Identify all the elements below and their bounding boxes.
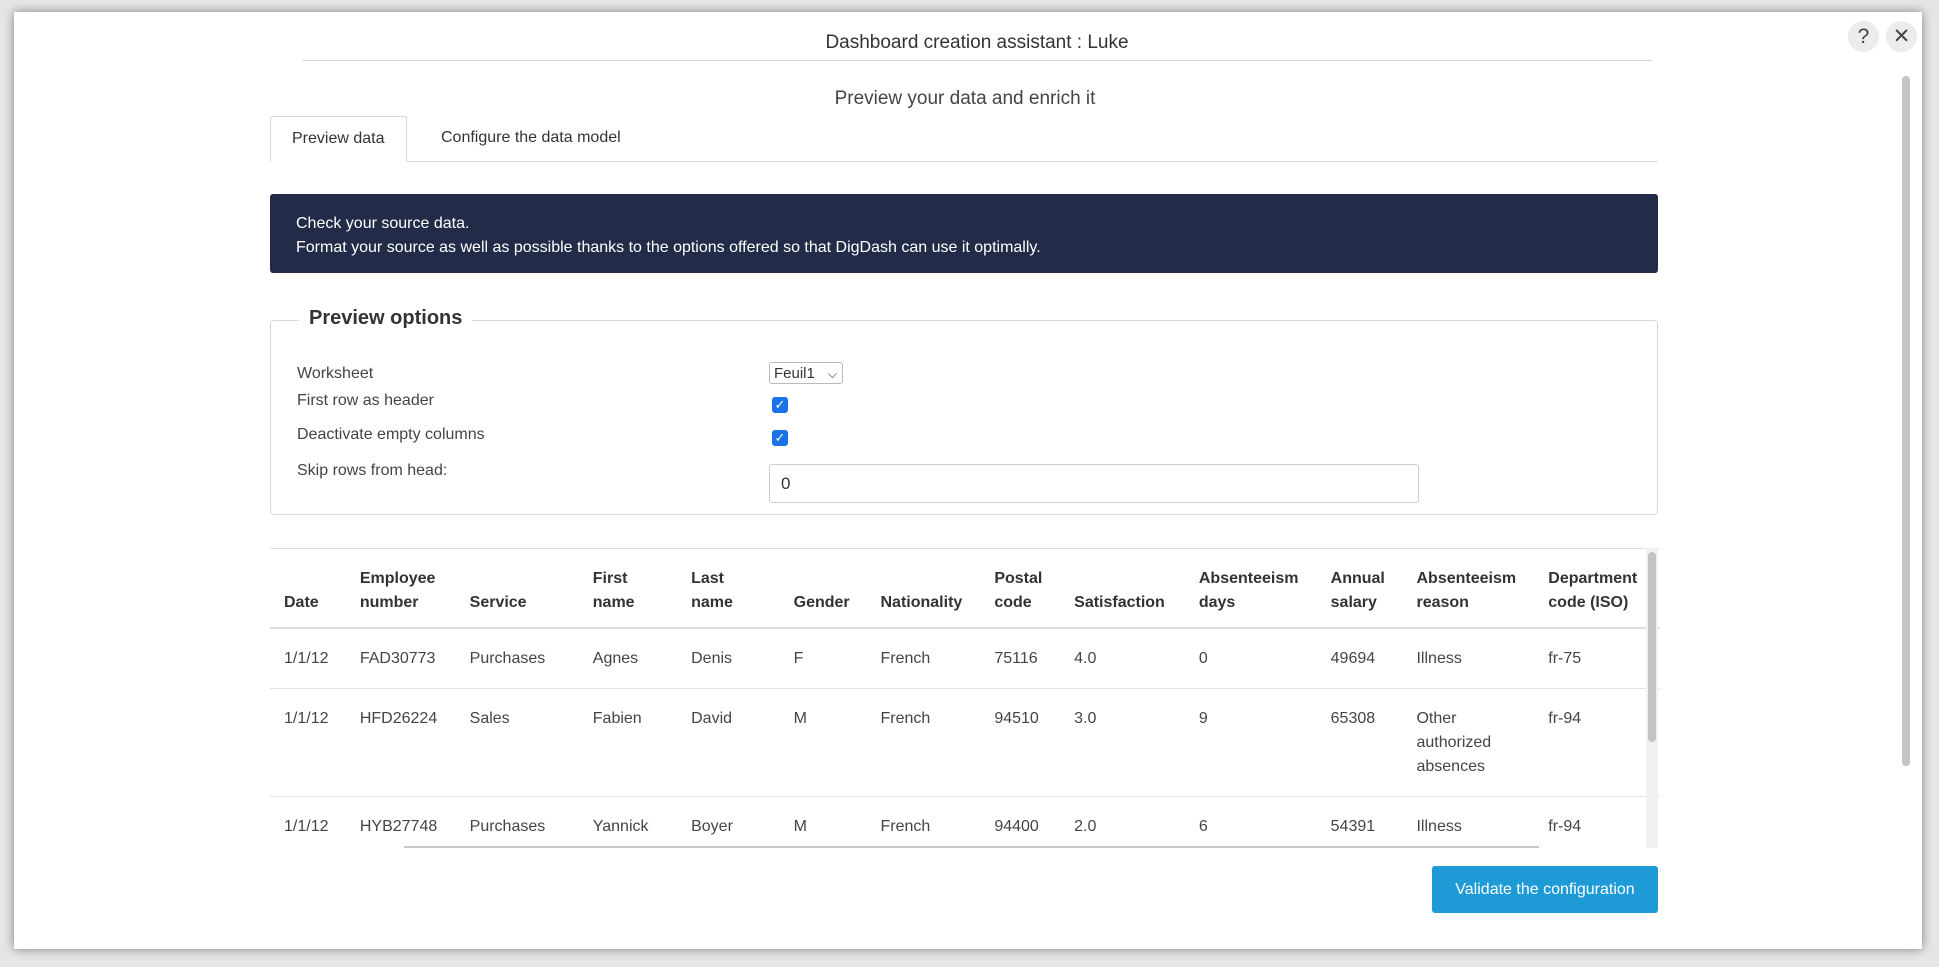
deactivate-empty-columns-label: Deactivate empty columns	[297, 426, 485, 443]
worksheet-select[interactable]: Feuil1 ⌵	[769, 362, 843, 384]
column-header-date: Date	[270, 549, 346, 629]
data-preview-table: Date Employee number Service First name La…	[270, 549, 1660, 848]
chevron-down-icon: ⌵	[827, 367, 837, 381]
column-header-absenteeism-days: Absenteeism days	[1184, 549, 1317, 629]
column-header-first-name: First name	[578, 549, 678, 629]
table-vertical-scrollbar[interactable]	[1646, 548, 1658, 848]
skip-rows-input[interactable]	[769, 464, 1419, 503]
help-icon[interactable]: ?	[1848, 21, 1879, 52]
table-cell: Fabien	[578, 688, 678, 797]
table-row: 1/1/12 HYB27748 Purchases Yannick Boyer …	[270, 796, 1660, 848]
table-cell: 6	[1184, 796, 1317, 848]
table-cell: 94510	[980, 688, 1061, 797]
table-cell: Agnes	[578, 628, 678, 689]
table-cell: Illness	[1402, 796, 1535, 848]
table-cell: 75116	[980, 628, 1061, 689]
column-header-annual-salary: Annual salary	[1316, 549, 1403, 629]
table-cell: 1/1/12	[270, 688, 346, 797]
table-cell: M	[779, 688, 867, 797]
column-header-department-code: Department code (ISO)	[1534, 549, 1660, 629]
table-cell: M	[779, 796, 867, 848]
dialog-scrollbar[interactable]	[1900, 74, 1912, 942]
page-subtitle: Preview your data and enrich it	[834, 88, 1096, 109]
first-row-header-checkbox[interactable]: ✓	[772, 397, 788, 413]
table-cell: HYB27748	[345, 796, 456, 848]
column-header-satisfaction: Satisfaction	[1060, 549, 1185, 629]
first-row-header-label: First row as header	[297, 392, 434, 409]
dashboard-assistant-dialog: Dashboard creation assistant : Luke ? ✕ …	[14, 12, 1922, 949]
column-header-nationality: Nationality	[866, 549, 981, 629]
table-horizontal-scrollbar[interactable]	[404, 846, 1539, 848]
table-header-row: Date Employee number Service First name La…	[270, 549, 1660, 629]
table-cell: Purchases	[455, 796, 579, 848]
column-header-absenteeism-reason: Absenteeism reason	[1402, 549, 1535, 629]
check-icon: ✓	[774, 397, 786, 412]
table-cell: 0	[1184, 628, 1317, 689]
table-cell: 94400	[980, 796, 1061, 848]
preview-options-panel: Preview options Worksheet Feuil1 ⌵ First…	[270, 307, 1658, 515]
table-cell: 4.0	[1060, 628, 1185, 689]
table-cell: 3.0	[1060, 688, 1185, 797]
table-cell: F	[779, 628, 867, 689]
data-preview-table-container: Date Employee number Service First name La…	[270, 548, 1660, 848]
table-cell: fr-75	[1534, 628, 1660, 689]
table-cell: 1/1/12	[270, 796, 346, 848]
table-cell: Illness	[1402, 628, 1535, 689]
check-icon: ✓	[774, 430, 786, 445]
title-divider	[302, 60, 1652, 61]
table-cell: 1/1/12	[270, 628, 346, 689]
skip-rows-label: Skip rows from head:	[297, 462, 448, 479]
table-cell: Yannick	[578, 796, 678, 848]
table-cell: Denis	[677, 628, 780, 689]
column-header-gender: Gender	[779, 549, 867, 629]
banner-line-1: Check your source data.	[296, 215, 470, 232]
tab-bar: Preview data Configure the data model	[270, 116, 1658, 162]
table-cell: French	[866, 796, 981, 848]
column-header-postal-code: Postal code	[980, 549, 1061, 629]
table-cell: 2.0	[1060, 796, 1185, 848]
tab-preview-data[interactable]: Preview data	[270, 116, 407, 162]
table-row: 1/1/12 FAD30773 Purchases Agnes Denis F …	[270, 628, 1660, 689]
tab-configure-data-model[interactable]: Configure the data model	[420, 116, 642, 160]
preview-options-legend: Preview options	[299, 307, 473, 330]
table-cell: David	[677, 688, 780, 797]
close-icon[interactable]: ✕	[1886, 21, 1917, 52]
column-header-employee-number: Employee number	[345, 549, 456, 629]
table-vertical-scroll-thumb[interactable]	[1648, 552, 1656, 742]
table-cell: Other authorized absences	[1402, 688, 1535, 797]
dialog-scroll-thumb[interactable]	[1902, 76, 1910, 766]
table-cell: 49694	[1316, 628, 1403, 689]
table-cell: fr-94	[1534, 796, 1660, 848]
dialog-title: Dashboard creation assistant : Luke	[825, 32, 1129, 53]
table-cell: fr-94	[1534, 688, 1660, 797]
table-row: 1/1/12 HFD26224 Sales Fabien David M Fre…	[270, 688, 1660, 797]
table-cell: French	[866, 688, 981, 797]
table-cell: 9	[1184, 688, 1317, 797]
table-cell: Sales	[455, 688, 579, 797]
table-cell: 65308	[1316, 688, 1403, 797]
table-cell: 54391	[1316, 796, 1403, 848]
validate-configuration-button[interactable]: Validate the configuration	[1432, 866, 1658, 913]
deactivate-empty-columns-checkbox[interactable]: ✓	[772, 430, 788, 446]
column-header-service: Service	[455, 549, 579, 629]
column-header-last-name: Last name	[677, 549, 780, 629]
table-cell: HFD26224	[345, 688, 456, 797]
table-cell: French	[866, 628, 981, 689]
table-cell: Purchases	[455, 628, 579, 689]
worksheet-label: Worksheet	[297, 365, 374, 382]
table-cell: Boyer	[677, 796, 780, 848]
banner-line-2: Format your source as well as possible t…	[296, 239, 1041, 256]
info-banner: Check your source data. Format your sour…	[270, 194, 1658, 273]
worksheet-select-value: Feuil1	[774, 365, 815, 382]
table-cell: FAD30773	[345, 628, 456, 689]
